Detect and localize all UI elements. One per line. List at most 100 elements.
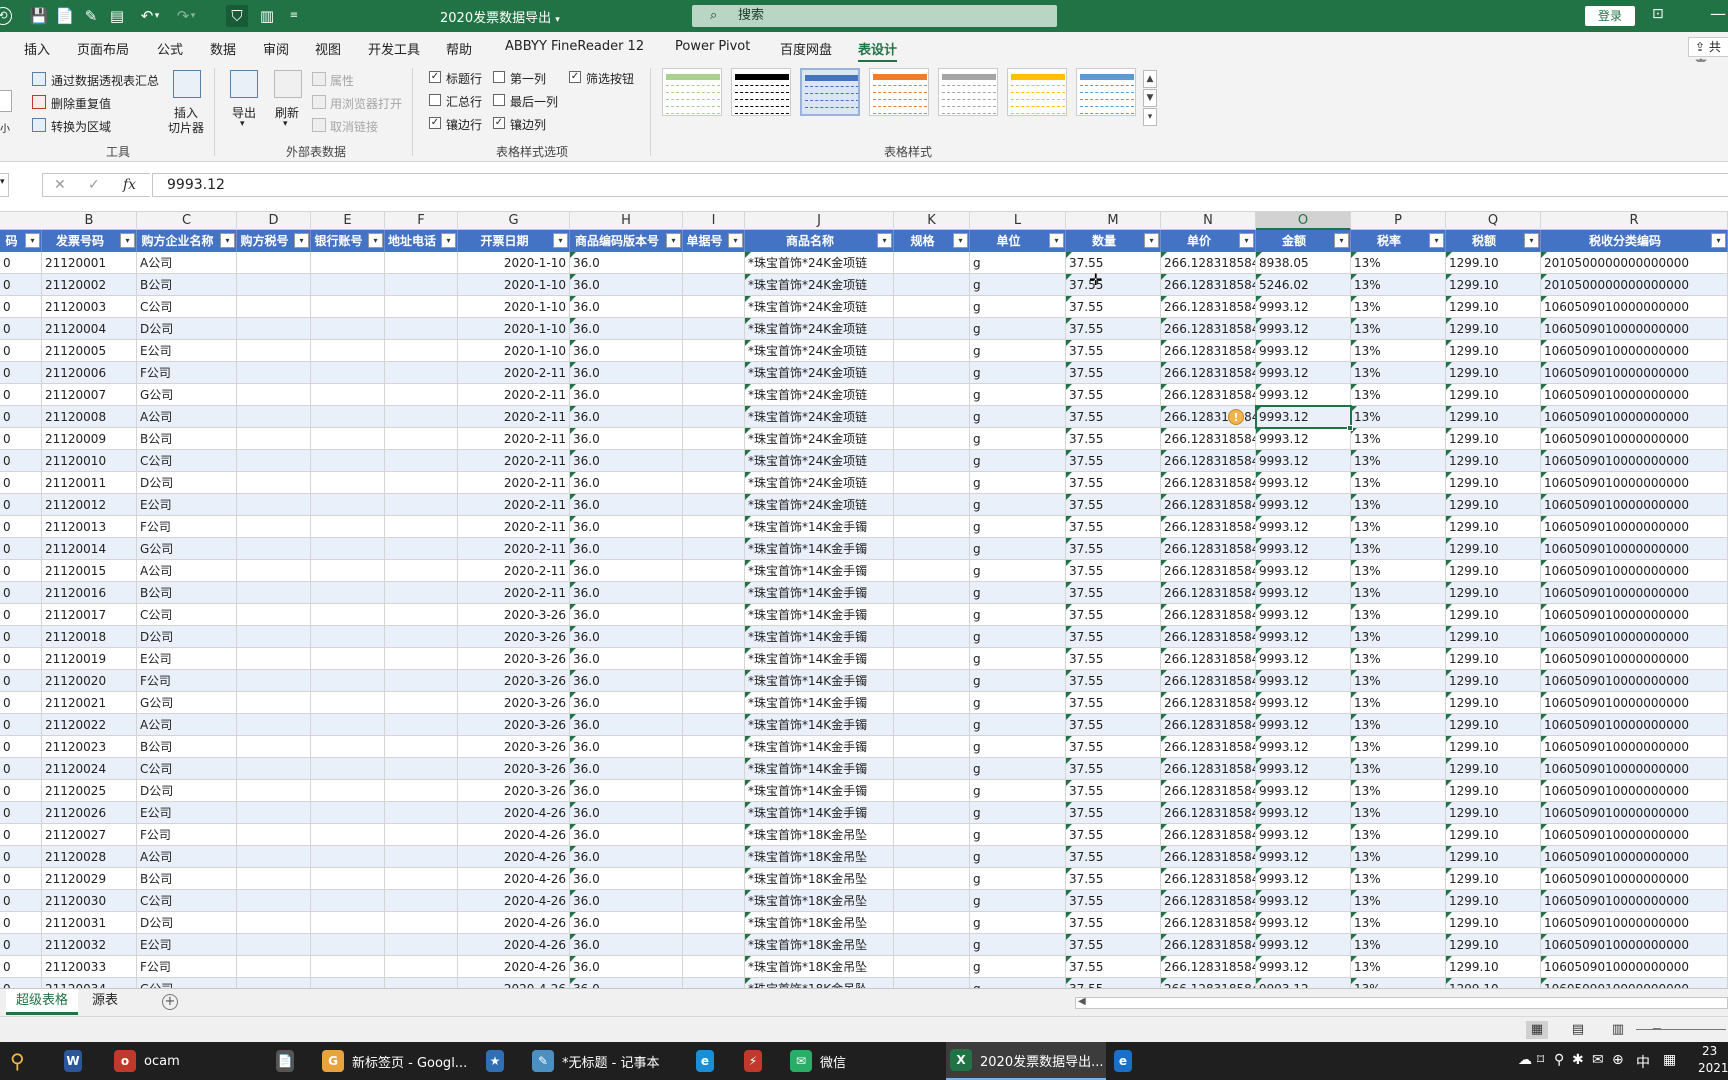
document-title[interactable]: 2020发票数据导出 ▾	[440, 7, 560, 26]
table-cell[interactable]: 266.12831858407	[1161, 252, 1256, 274]
tray-date[interactable]: 2021	[1698, 1061, 1728, 1075]
table-cell[interactable]: E公司	[137, 494, 237, 516]
table-cell[interactable]: B公司	[137, 582, 237, 604]
table-cell[interactable]: *珠宝首饰*14K金手镯	[745, 538, 894, 560]
column-letter-p[interactable]: P	[1351, 212, 1446, 230]
table-cell[interactable]	[894, 252, 970, 274]
tab-formulas[interactable]: 公式	[157, 39, 183, 58]
filter-dropdown-icon[interactable]: ▾	[877, 233, 892, 248]
filter-dropdown-icon[interactable]: ▾	[1144, 233, 1159, 248]
table-cell[interactable]: 37.55	[1066, 670, 1161, 692]
table-cell[interactable]: g	[970, 912, 1066, 934]
table-cell[interactable]	[894, 714, 970, 736]
column-letter-b[interactable]: B	[42, 212, 137, 230]
table-cell[interactable]	[894, 296, 970, 318]
table-cell[interactable]: 1060509010000000000	[1541, 472, 1728, 494]
table-cell[interactable]: E公司	[137, 340, 237, 362]
table-cell[interactable]	[237, 670, 311, 692]
table-cell[interactable]	[237, 890, 311, 912]
column-letter-c[interactable]: C	[137, 212, 237, 230]
table-cell[interactable]	[683, 780, 745, 802]
table-style-swatch[interactable]	[1076, 68, 1136, 116]
search-taskbar-icon[interactable]: ⚲	[10, 1042, 44, 1080]
table-cell[interactable]: 2020-2-11	[458, 560, 570, 582]
table-cell[interactable]: 37.55	[1066, 736, 1161, 758]
table-cell[interactable]: g	[970, 362, 1066, 384]
table-cell[interactable]	[683, 428, 745, 450]
table-cell[interactable]	[385, 582, 458, 604]
table-cell[interactable]: 37.55	[1066, 582, 1161, 604]
table-cell[interactable]	[385, 648, 458, 670]
page-break-view-icon[interactable]: ▥	[1607, 1021, 1629, 1039]
table-cell[interactable]	[237, 274, 311, 296]
table-cell[interactable]: 21120011	[42, 472, 137, 494]
table-cell[interactable]: A公司	[137, 406, 237, 428]
table-cell[interactable]: 1299.10	[1446, 670, 1541, 692]
table-cell[interactable]: 2020-3-26	[458, 714, 570, 736]
tab-help[interactable]: 帮助	[446, 39, 472, 58]
table-cell[interactable]: 36.0	[570, 252, 683, 274]
table-cell[interactable]: 36.0	[570, 978, 683, 988]
table-cell[interactable]: C公司	[137, 758, 237, 780]
table-cell[interactable]: 1299.10	[1446, 912, 1541, 934]
zoom-out-icon[interactable]: −	[1646, 1021, 1668, 1039]
table-cell[interactable]: g	[970, 494, 1066, 516]
table-cell[interactable]	[683, 604, 745, 626]
undo-dropdown-icon[interactable]: ▾	[152, 5, 162, 27]
table-cell[interactable]	[237, 780, 311, 802]
table-cell[interactable]	[894, 582, 970, 604]
table-cell[interactable]: *珠宝首饰*14K金手镯	[745, 802, 894, 824]
table-cell[interactable]	[385, 516, 458, 538]
table-cell[interactable]	[894, 846, 970, 868]
column-letter-l[interactable]: L	[970, 212, 1066, 230]
banded-columns-checkbox[interactable]: ✓	[493, 117, 505, 129]
table-cell[interactable]	[385, 450, 458, 472]
table-cell[interactable]: 1060509010000000000	[1541, 604, 1728, 626]
table-cell[interactable]: 21120021	[42, 692, 137, 714]
table-cell[interactable]: 1060509010000000000	[1541, 384, 1728, 406]
table-cell[interactable]	[894, 956, 970, 978]
horizontal-scrollbar[interactable]: ◀	[1075, 996, 1728, 1009]
table-cell[interactable]	[237, 956, 311, 978]
table-cell[interactable]: B公司	[137, 736, 237, 758]
table-cell[interactable]: 2020-2-11	[458, 494, 570, 516]
page-layout-view-icon[interactable]: ▤	[1567, 1021, 1589, 1039]
edit-doc-icon[interactable]: ✎	[80, 5, 102, 27]
table-cell[interactable]: 1060509010000000000	[1541, 956, 1728, 978]
table-cell[interactable]	[385, 670, 458, 692]
table-cell[interactable]	[237, 824, 311, 846]
table-cell[interactable]: 9993.12	[1256, 978, 1351, 988]
table-cell[interactable]: 21120012	[42, 494, 137, 516]
table-cell[interactable]	[311, 890, 385, 912]
unlink-button[interactable]: 取消链接	[330, 118, 378, 135]
table-cell[interactable]: 1299.10	[1446, 450, 1541, 472]
table-cell[interactable]	[683, 296, 745, 318]
table-cell[interactable]	[683, 450, 745, 472]
table-cell[interactable]: 1060509010000000000	[1541, 450, 1728, 472]
table-cell[interactable]: g	[970, 406, 1066, 428]
table-cell[interactable]: 21120003	[42, 296, 137, 318]
table-cell[interactable]: g	[970, 824, 1066, 846]
table-cell[interactable]: 0	[0, 912, 42, 934]
table-cell[interactable]: 266.12831858407	[1161, 516, 1256, 538]
table-cell[interactable]: 1299.10	[1446, 428, 1541, 450]
table-cell[interactable]	[683, 626, 745, 648]
table-cell[interactable]: 0	[0, 516, 42, 538]
table-cell[interactable]: 9993.12	[1256, 362, 1351, 384]
table-cell[interactable]: *珠宝首饰*14K金手镯	[745, 758, 894, 780]
column-letter-j[interactable]: J	[745, 212, 894, 230]
table-cell[interactable]: 2020-1-10	[458, 252, 570, 274]
table-cell[interactable]: 37.55	[1066, 604, 1161, 626]
taskbar-app[interactable]: e	[692, 1042, 722, 1080]
table-cell[interactable]: 37.55	[1066, 252, 1161, 274]
tab-baidu-pan[interactable]: 百度网盘	[780, 39, 832, 58]
table-cell[interactable]	[894, 472, 970, 494]
table-cell[interactable]: F公司	[137, 362, 237, 384]
table-cell[interactable]: 266.12831858407	[1161, 956, 1256, 978]
table-cell[interactable]	[311, 736, 385, 758]
table-cell[interactable]: 21120030	[42, 890, 137, 912]
table-cell[interactable]: 1299.10	[1446, 406, 1541, 428]
table-cell[interactable]: 37.55	[1066, 318, 1161, 340]
sheet-tab-super-table[interactable]: 超级表格	[6, 989, 79, 1015]
table-cell[interactable]: 1299.10	[1446, 736, 1541, 758]
